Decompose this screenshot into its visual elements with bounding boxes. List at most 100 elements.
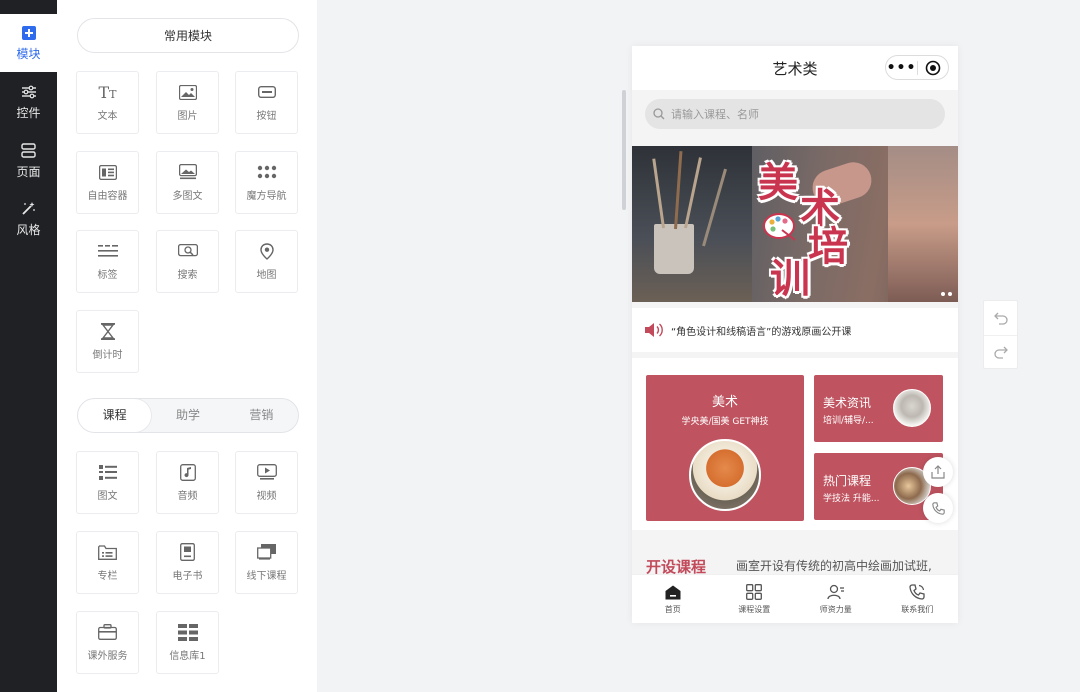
search-placeholder: 请输入课程、名师	[671, 108, 759, 121]
rail-item-label: 风格	[16, 222, 41, 237]
teachers-icon	[827, 583, 845, 601]
module-label: 线下课程	[246, 571, 287, 582]
palette-icon	[763, 213, 796, 241]
module-info-library[interactable]: 信息库1	[156, 611, 219, 674]
music-note-icon	[178, 463, 198, 481]
module-offline-course[interactable]: 线下课程	[235, 531, 298, 594]
module-extracurricular[interactable]: 课外服务	[76, 611, 139, 674]
tag-lines-icon	[97, 242, 118, 260]
module-image-text[interactable]: 图文	[76, 451, 139, 514]
pages-icon	[21, 143, 37, 159]
phone-preview: 艺术类 ••• 请输入课程、名师 美 术 培 训 “角色设计和线稿语言”的游戏原…	[632, 46, 958, 623]
module-map[interactable]: 地图	[235, 230, 298, 293]
module-ebook[interactable]: 电子书	[156, 531, 219, 594]
card-subtitle: 培训/辅导/...	[823, 416, 874, 426]
module-label: 文本	[97, 111, 118, 122]
module-magic-nav[interactable]: 魔方导航	[235, 151, 298, 214]
rail-item-label: 控件	[16, 105, 41, 120]
call-button[interactable]	[923, 493, 953, 523]
module-text[interactable]: TT 文本	[76, 71, 139, 134]
tab-course[interactable]: 课程	[78, 399, 152, 432]
courses-section: 开设课程 画室开设有传统的初高中绘画加试班,	[632, 530, 958, 580]
rail-item-modules[interactable]: 模块	[0, 14, 57, 72]
banner-image[interactable]: 美 术 培 训	[632, 146, 958, 302]
module-image[interactable]: 图片	[156, 71, 219, 134]
banner-pager	[941, 292, 952, 296]
plus-square-icon	[21, 25, 37, 41]
search-icon	[653, 108, 665, 120]
rail-item-label: 模块	[16, 46, 41, 61]
share-button[interactable]	[923, 457, 953, 487]
history-controls	[983, 300, 1018, 369]
redo-button[interactable]	[984, 335, 1017, 369]
image-icon	[178, 83, 198, 101]
tab-home[interactable]: 首页	[632, 575, 714, 623]
folder-icon	[98, 543, 118, 561]
card-art[interactable]: 美术 学央美/国美 GET神技	[646, 375, 804, 521]
page-title: 艺术类	[772, 59, 818, 78]
rail-item-label: 页面	[16, 164, 41, 179]
tab-faculty[interactable]: 师资力量	[795, 575, 877, 623]
mini-program-capsule: •••	[885, 55, 949, 80]
share-icon	[931, 465, 945, 479]
close-target-icon[interactable]	[918, 60, 948, 76]
card-title: 美术	[711, 395, 738, 410]
module-label: 音频	[177, 491, 198, 502]
video-play-icon	[256, 463, 277, 481]
module-label: 搜索	[177, 270, 198, 281]
module-column[interactable]: 专栏	[76, 531, 139, 594]
multi-image-icon	[178, 163, 198, 181]
module-video[interactable]: 视频	[235, 451, 298, 514]
rail-item-style[interactable]: 风格	[0, 190, 57, 248]
module-button[interactable]: 按钮	[235, 71, 298, 134]
tab-contact[interactable]: 联系我们	[877, 575, 959, 623]
container-icon	[98, 163, 118, 181]
module-label: 图文	[97, 491, 118, 502]
module-label: 自由容器	[87, 191, 128, 202]
card-title: 美术资讯	[823, 396, 872, 410]
home-icon	[664, 583, 682, 601]
text-icon: TT	[98, 82, 117, 102]
module-label: 多图文	[172, 191, 203, 202]
section-description: 画室开设有传统的初高中绘画加试班,	[736, 559, 932, 573]
module-countdown[interactable]: 倒计时	[76, 310, 139, 373]
ebook-icon	[178, 543, 198, 561]
phone-call-icon	[908, 583, 926, 601]
module-label: 电子书	[172, 571, 203, 582]
module-label: 专栏	[97, 571, 118, 582]
map-pin-icon	[257, 242, 277, 260]
module-label: 地图	[256, 270, 277, 281]
undo-button[interactable]	[984, 301, 1017, 335]
search-input[interactable]: 请输入课程、名师	[645, 99, 945, 129]
briefcase-icon	[98, 623, 118, 641]
module-label: 魔方导航	[246, 191, 287, 202]
info-grid-icon	[177, 623, 198, 641]
more-dots-icon[interactable]: •••	[886, 58, 917, 78]
rail-item-pages[interactable]: 页面	[0, 132, 57, 190]
card-art-news[interactable]: 美术资讯 培训/辅导/...	[814, 375, 943, 442]
common-modules-header[interactable]: 常用模块	[77, 18, 299, 53]
search-box-icon	[177, 242, 198, 260]
button-icon	[257, 83, 277, 101]
rail-item-controls[interactable]: 控件	[0, 73, 57, 131]
module-panel: 常用模块 TT 文本 图片 按钮 自由容器 多图文 魔方导航 标签 搜索 地图	[57, 0, 317, 692]
grid-icon	[745, 583, 763, 601]
tab-marketing[interactable]: 营销	[225, 399, 298, 432]
module-label: 信息库1	[169, 651, 206, 662]
module-audio[interactable]: 音频	[156, 451, 219, 514]
phone-icon	[931, 501, 945, 515]
module-label: 课外服务	[87, 651, 128, 662]
module-tag[interactable]: 标签	[76, 230, 139, 293]
module-search[interactable]: 搜索	[156, 230, 219, 293]
module-label: 图片	[177, 111, 198, 122]
left-rail: 模块 控件 页面 风格	[0, 0, 57, 692]
bottom-tabbar: 首页 课程设置 师资力量 联系我们	[632, 574, 958, 623]
module-free-container[interactable]: 自由容器	[76, 151, 139, 214]
tab-study-aid[interactable]: 助学	[151, 399, 224, 432]
notice-bar: “角色设计和线稿语言”的游戏原画公开课	[632, 302, 958, 358]
module-multi-image-text[interactable]: 多图文	[156, 151, 219, 214]
canvas-scrollbar[interactable]	[622, 90, 626, 210]
module-label: 按钮	[256, 111, 277, 122]
feature-cards: 美术 学央美/国美 GET神技 美术资讯 培训/辅导/... 热门课程 学技法 …	[632, 358, 958, 530]
tab-course-settings[interactable]: 课程设置	[714, 575, 796, 623]
